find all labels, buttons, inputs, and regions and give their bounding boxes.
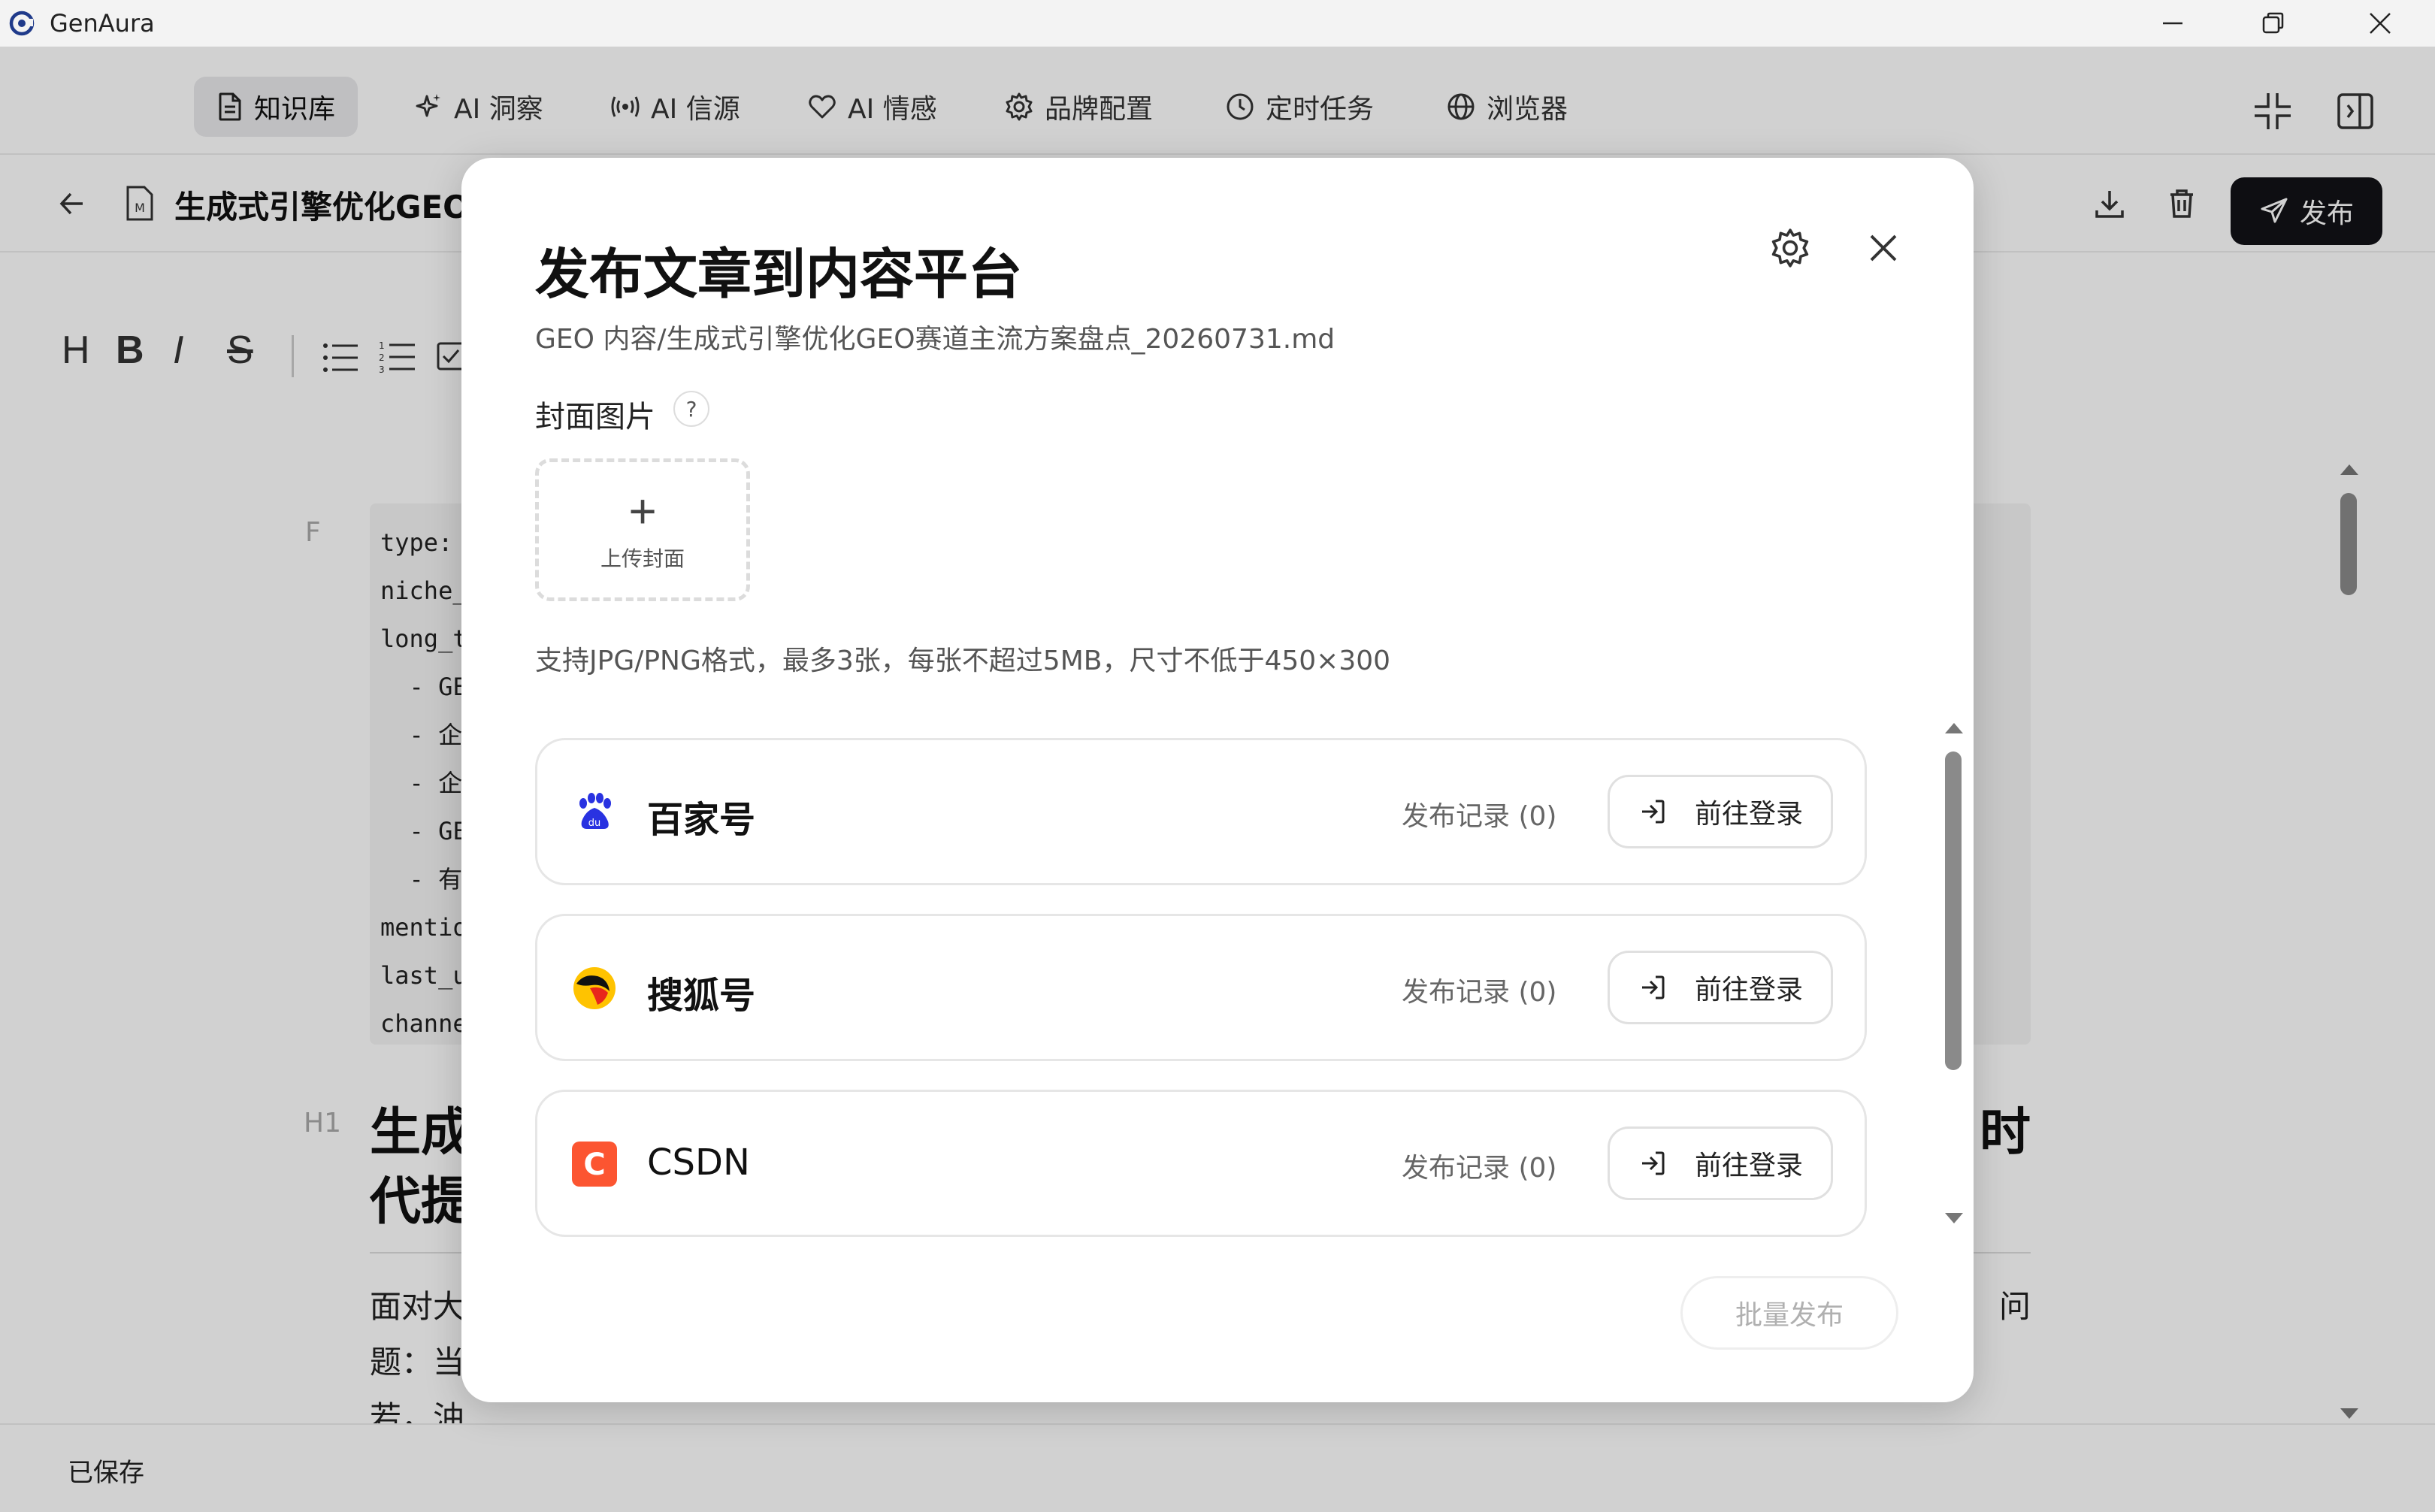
gear-icon[interactable] (1769, 227, 1811, 269)
minimize-button[interactable] (2124, 0, 2222, 47)
platform-name: 搜狐号 (647, 975, 756, 1017)
upload-cover-button[interactable]: + 上传封面 (535, 458, 750, 601)
close-icon (2370, 13, 2391, 34)
upload-hint: 支持JPG/PNG格式，最多3张，每张不超过5MB，尺寸不低于450×300 (535, 646, 1391, 676)
platform-card-baijiahao: du 百家号 发布记录 (0) 前往登录 (535, 738, 1867, 885)
file-path: GEO 内容/生成式引擎优化GEO赛道主流方案盘点_20260731.md (535, 324, 1335, 355)
platform-name: 百家号 (647, 799, 756, 841)
platform-name: CSDN (647, 1142, 750, 1184)
platform-list-scrollbar-thumb[interactable] (1945, 751, 1962, 1070)
login-label: 前往登录 (1694, 975, 1803, 1005)
help-icon[interactable]: ? (673, 391, 709, 427)
login-arrow-icon (1641, 1151, 1665, 1175)
restore-button[interactable] (2225, 0, 2322, 47)
login-button-baijiahao[interactable]: 前往登录 (1608, 775, 1833, 848)
dialog-title: 发布文章到内容平台 (535, 243, 1023, 306)
baijiahao-icon: du (579, 793, 611, 829)
login-arrow-icon (1641, 800, 1665, 824)
close-icon[interactable] (1865, 230, 1901, 266)
restore-icon (2262, 12, 2284, 34)
publish-dialog: 发布文章到内容平台 GEO 内容/生成式引擎优化GEO赛道主流方案盘点_2026… (461, 158, 1974, 1402)
minimize-icon (2163, 22, 2182, 25)
platform-card-csdn: C CSDN 发布记录 (0) 前往登录 (535, 1090, 1867, 1237)
batch-publish-label: 批量发布 (1735, 1300, 1844, 1331)
cover-image-label: 封面图片 (535, 400, 655, 434)
sohu-icon (573, 967, 616, 1009)
publish-records-link[interactable]: 发布记录 (0) (1402, 970, 1556, 1009)
login-label: 前往登录 (1694, 1151, 1803, 1181)
login-arrow-icon (1641, 975, 1665, 999)
publish-records-link[interactable]: 发布记录 (0) (1402, 794, 1556, 833)
svg-text:du: du (588, 818, 601, 829)
svg-text:C: C (583, 1148, 605, 1182)
scroll-up-arrow-icon[interactable] (1943, 720, 1965, 735)
login-label: 前往登录 (1694, 799, 1803, 830)
login-button-sohu[interactable]: 前往登录 (1608, 951, 1833, 1024)
login-button-csdn[interactable]: 前往登录 (1608, 1126, 1833, 1200)
plus-icon: + (628, 484, 657, 538)
window-titlebar: GenAura (0, 0, 2435, 47)
platform-list: du 百家号 发布记录 (0) 前往登录 搜狐号 发布记录 (0) 前往登录 C… (535, 738, 1879, 1264)
close-window-button[interactable] (2331, 0, 2429, 47)
upload-cover-label: 上传封面 (600, 546, 685, 571)
platform-card-sohu: 搜狐号 发布记录 (0) 前往登录 (535, 914, 1867, 1061)
scroll-down-arrow-icon[interactable] (1943, 1211, 1965, 1226)
publish-records-link[interactable]: 发布记录 (0) (1402, 1146, 1556, 1185)
csdn-icon: C (572, 1142, 617, 1187)
app-title: GenAura (50, 9, 155, 38)
batch-publish-button[interactable]: 批量发布 (1680, 1276, 1898, 1350)
genaura-logo-icon (9, 11, 35, 36)
